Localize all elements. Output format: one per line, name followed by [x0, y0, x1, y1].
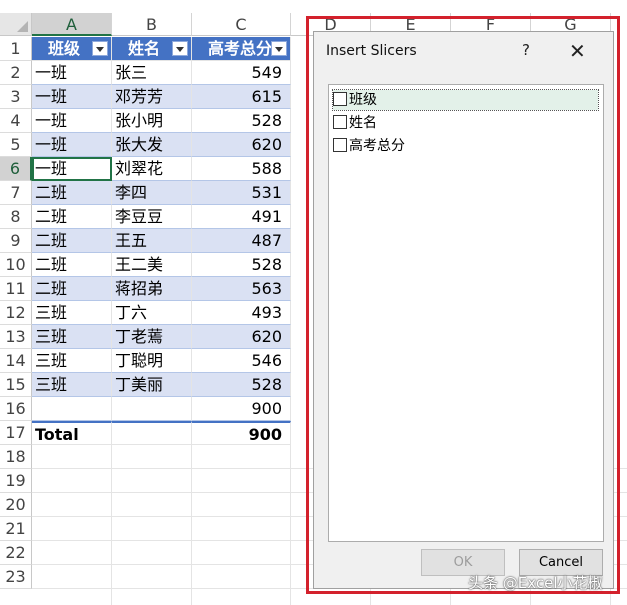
table-cell[interactable]: 三班 [32, 301, 112, 325]
filter-dropdown-icon[interactable] [92, 41, 108, 56]
row-header-16[interactable]: 16 [0, 397, 32, 421]
field-item-name[interactable]: 姓名 [333, 113, 598, 133]
table-cell[interactable]: 900 [192, 397, 291, 421]
table-cell[interactable]: 三班 [32, 349, 112, 373]
table-header-cell[interactable]: 班级 [32, 37, 112, 61]
table-cell[interactable]: 二班 [32, 253, 112, 277]
table-cell[interactable]: 王五 [112, 229, 192, 253]
table-cell[interactable]: 丁聪明 [112, 349, 192, 373]
checkbox[interactable] [333, 115, 347, 129]
checkbox[interactable] [333, 92, 347, 106]
select-all-corner[interactable] [0, 13, 32, 36]
checkbox[interactable] [333, 138, 347, 152]
table-cell[interactable]: 张三 [112, 61, 192, 85]
total-label-cell[interactable]: Total [32, 421, 112, 445]
filter-dropdown-icon[interactable] [172, 41, 188, 56]
header-label: 班级 [48, 39, 81, 58]
table-cell[interactable]: 549 [192, 61, 291, 85]
table-cell[interactable]: 丁六 [112, 301, 192, 325]
row-header-6[interactable]: 6 [0, 157, 32, 181]
table-cell[interactable]: 二班 [32, 277, 112, 301]
field-label: 班级 [349, 92, 377, 108]
row-header-4[interactable]: 4 [0, 109, 32, 133]
watermark: 头条 @Excel小花椒 [468, 574, 603, 592]
field-item-class[interactable]: 班级 [332, 89, 599, 111]
dialog-title: Insert Slicers [326, 43, 417, 59]
row-header-23[interactable]: 23 [0, 565, 32, 589]
row-header-11[interactable]: 11 [0, 277, 32, 301]
column-header-b[interactable]: B [112, 13, 192, 36]
row-header-3[interactable]: 3 [0, 85, 32, 109]
table-cell[interactable]: 563 [192, 277, 291, 301]
row-header-12[interactable]: 12 [0, 301, 32, 325]
table-cell[interactable]: 蒋招弟 [112, 277, 192, 301]
row-header-22[interactable]: 22 [0, 541, 32, 565]
table-cell[interactable]: 张大发 [112, 133, 192, 157]
table-cell[interactable]: 一班 [32, 109, 112, 133]
table-cell[interactable]: 丁美丽 [112, 373, 192, 397]
row-header-2[interactable]: 2 [0, 61, 32, 85]
table-cell[interactable]: 二班 [32, 181, 112, 205]
table-cell[interactable]: 615 [192, 85, 291, 109]
table-header-cell[interactable]: 高考总分 [192, 37, 291, 61]
table-cell[interactable]: 丁老蔫 [112, 325, 192, 349]
row-header-10[interactable]: 10 [0, 253, 32, 277]
close-icon[interactable]: ✕ [569, 39, 586, 63]
total-empty-cell[interactable] [112, 421, 192, 445]
table-cell[interactable]: 三班 [32, 373, 112, 397]
row-header-20[interactable]: 20 [0, 493, 32, 517]
table-cell[interactable]: 528 [192, 373, 291, 397]
row-header-15[interactable]: 15 [0, 373, 32, 397]
table-cell[interactable]: 一班 [32, 61, 112, 85]
header-label: 高考总分 [208, 39, 273, 58]
row-header-7[interactable]: 7 [0, 181, 32, 205]
column-header-c[interactable]: C [192, 13, 291, 36]
header-label: 姓名 [128, 39, 161, 58]
table-cell[interactable]: 528 [192, 253, 291, 277]
total-value-cell[interactable]: 900 [192, 421, 291, 445]
table-cell[interactable]: 一班 [32, 85, 112, 109]
table-cell[interactable]: 李豆豆 [112, 205, 192, 229]
table-cell[interactable] [32, 397, 112, 421]
table-cell[interactable]: 李四 [112, 181, 192, 205]
help-button[interactable]: ? [522, 41, 530, 59]
table-cell[interactable]: 588 [192, 157, 291, 181]
field-item-score[interactable]: 高考总分 [333, 136, 598, 156]
row-header-14[interactable]: 14 [0, 349, 32, 373]
row-header-17[interactable]: 17 [0, 421, 32, 445]
field-label: 姓名 [349, 115, 377, 131]
row-header-21[interactable]: 21 [0, 517, 32, 541]
table-header-cell[interactable]: 姓名 [112, 37, 192, 61]
table-cell[interactable]: 531 [192, 181, 291, 205]
table-cell[interactable]: 528 [192, 109, 291, 133]
table-cell[interactable]: 邓芳芳 [112, 85, 192, 109]
row-header-5[interactable]: 5 [0, 133, 32, 157]
table-cell[interactable]: 二班 [32, 229, 112, 253]
filter-dropdown-icon[interactable] [271, 41, 287, 56]
table-cell[interactable] [112, 397, 192, 421]
table-cell[interactable]: 王二美 [112, 253, 192, 277]
row-header-18[interactable]: 18 [0, 445, 32, 469]
row-header-8[interactable]: 8 [0, 205, 32, 229]
table-cell[interactable]: 一班 [32, 133, 112, 157]
row-header-1[interactable]: 1 [0, 37, 32, 61]
field-list[interactable]: 班级 姓名 高考总分 [328, 84, 604, 542]
table-cell[interactable]: 二班 [32, 205, 112, 229]
table-cell[interactable]: 一班 [32, 157, 112, 181]
row-header-13[interactable]: 13 [0, 325, 32, 349]
table-cell[interactable]: 491 [192, 205, 291, 229]
field-label: 高考总分 [349, 138, 405, 154]
insert-slicers-dialog[interactable]: Insert Slicers ? ✕ 班级 姓名 高考总分 OK Cancel [313, 31, 614, 589]
table-cell[interactable]: 620 [192, 325, 291, 349]
column-header-a[interactable]: A [32, 13, 112, 36]
table-cell[interactable]: 三班 [32, 325, 112, 349]
table-cell[interactable]: 刘翠花 [112, 157, 192, 181]
table-cell[interactable]: 546 [192, 349, 291, 373]
table-cell[interactable]: 620 [192, 133, 291, 157]
table-cell[interactable]: 张小明 [112, 109, 192, 133]
table-cell[interactable]: 493 [192, 301, 291, 325]
row-header-9[interactable]: 9 [0, 229, 32, 253]
row-header-19[interactable]: 19 [0, 469, 32, 493]
table-cell[interactable]: 487 [192, 229, 291, 253]
